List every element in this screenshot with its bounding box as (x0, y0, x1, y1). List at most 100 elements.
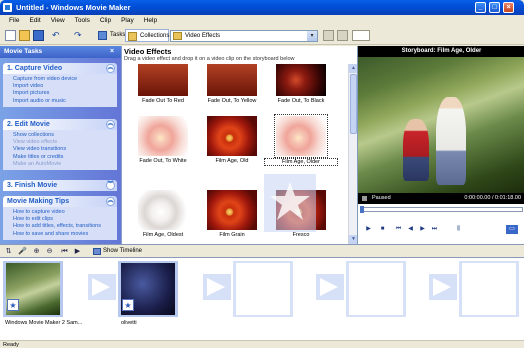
zoom-out-icon[interactable]: ⊖ (45, 247, 54, 256)
link-import-pictures[interactable]: Import pictures (13, 90, 117, 97)
play-storyboard-icon[interactable]: ▶ (73, 247, 82, 256)
close-button[interactable]: × (503, 2, 514, 13)
effect-fade-out-white[interactable]: Fade Out, To White (132, 116, 194, 168)
section-header[interactable]: Movie Making Tips ︽ (3, 196, 117, 207)
effect-film-grain[interactable]: Film Grain (201, 190, 263, 242)
chevron-up-icon[interactable]: ︽ (106, 64, 115, 73)
link-how-titles[interactable]: How to add titles, effects, transitions (13, 223, 117, 230)
stop-icon[interactable]: ■ (378, 225, 387, 234)
pause-indicator-icon (362, 196, 367, 201)
task-pane-title: Movie Tasks (4, 48, 43, 55)
effect-thumbnail (138, 116, 188, 156)
transition-slot[interactable] (203, 274, 231, 300)
effects-scrollbar[interactable]: ▲ ▼ (348, 64, 358, 244)
transition-slot[interactable] (429, 274, 457, 300)
scroll-thumb[interactable] (350, 74, 357, 134)
back-frame-icon[interactable]: ◀ (406, 225, 415, 234)
menu-help[interactable]: Help (139, 15, 162, 27)
collection-dropdown[interactable]: Video Effects ▾ (170, 30, 318, 42)
fwd-frame-icon[interactable]: ▶ (418, 225, 427, 234)
undo-icon[interactable]: ↶ (52, 30, 63, 41)
link-make-titles[interactable]: Make titles or credits (13, 154, 117, 161)
status-bar: Ready (0, 340, 524, 348)
storyboard: ★ Windows Movie Maker 2 Sam... ★ olivett… (0, 257, 524, 340)
window-title: Untitled - Windows Movie Maker (16, 3, 131, 12)
transition-arrow-icon (433, 278, 451, 296)
storyboard-empty-clip[interactable] (346, 261, 406, 317)
maximize-button[interactable]: □ (489, 2, 500, 13)
menu-play[interactable]: Play (116, 15, 139, 27)
show-timeline-label: Show Timeline (103, 248, 143, 254)
play-icon[interactable]: ▶ (364, 225, 373, 234)
video-preview[interactable] (358, 57, 524, 193)
collections-button[interactable]: Collections (125, 29, 169, 42)
redo-icon[interactable]: ↷ (74, 30, 85, 41)
chevron-up-icon[interactable]: ︽ (106, 197, 115, 206)
snapshot-icon[interactable]: ▭ (506, 225, 518, 234)
link-how-capture[interactable]: How to capture video (13, 209, 117, 216)
menu-tools[interactable]: Tools (70, 15, 95, 27)
effect-thumbnail (138, 190, 188, 230)
chevron-down-icon[interactable]: ︾ (106, 181, 115, 190)
effect-fade-out-red[interactable]: Fade Out To Red (132, 64, 194, 108)
link-import-audio[interactable]: Import audio or music (13, 98, 117, 105)
clip-label: Windows Movie Maker 2 Sam... (5, 320, 83, 326)
open-project-icon[interactable] (19, 30, 30, 41)
link-view-transitions[interactable]: View video transitions (13, 146, 117, 153)
seek-bar[interactable] (360, 206, 523, 213)
preview-monitor: Storyboard: Film Age, Older Paused 0:00:… (357, 46, 524, 244)
effects-grid: Fade Out To Red Fade Out, To Yellow Fade… (122, 64, 348, 244)
show-timeline-button[interactable]: Show Timeline (93, 247, 142, 256)
effect-thumbnail (274, 114, 328, 158)
split-icon[interactable]: ⫼ (454, 225, 463, 234)
tasks-icon (98, 31, 107, 40)
section-header[interactable]: 2. Edit Movie ︽ (3, 119, 117, 130)
link-how-edit[interactable]: How to edit clips (13, 216, 117, 223)
narrate-icon[interactable]: 🎤 (18, 247, 27, 256)
section-header[interactable]: 3. Finish Movie ︾ (3, 180, 117, 191)
storyboard-clip[interactable]: ★ (118, 261, 178, 317)
section-header[interactable]: 1. Capture Video ︽ (3, 63, 117, 74)
views-icon[interactable] (352, 30, 370, 41)
chevron-up-icon[interactable]: ︽ (106, 120, 115, 129)
minimize-button[interactable]: _ (475, 2, 486, 13)
storyboard-empty-clip[interactable] (233, 261, 293, 317)
chevron-down-icon[interactable]: ▾ (307, 31, 317, 41)
storyboard-empty-clip[interactable] (459, 261, 519, 317)
link-import-video[interactable]: Import video (13, 83, 117, 90)
up-folder-icon[interactable] (323, 30, 334, 41)
prev-icon[interactable]: ⏮ (394, 225, 403, 234)
transition-arrow-icon (320, 278, 338, 296)
effects-title: Video Effects (124, 47, 172, 56)
save-project-icon[interactable] (33, 30, 44, 41)
menu-view[interactable]: View (46, 15, 70, 27)
menu-clip[interactable]: Clip (95, 15, 116, 27)
link-show-collections[interactable]: Show collections (13, 132, 117, 139)
new-project-icon[interactable] (5, 30, 16, 41)
section-links: Capture from video device Import video I… (3, 74, 117, 107)
transition-slot[interactable] (316, 274, 344, 300)
effect-thumbnail (207, 116, 257, 156)
link-capture-device[interactable]: Capture from video device (13, 76, 117, 83)
new-folder-icon[interactable] (337, 30, 348, 41)
effect-film-age-old[interactable]: Film Age, Old (201, 116, 263, 168)
storyboard-clip[interactable]: ★ (3, 261, 63, 317)
menu-file[interactable]: File (4, 15, 24, 27)
link-how-save[interactable]: How to save and share movies (13, 231, 117, 238)
section-links: How to capture video How to edit clips H… (3, 207, 117, 240)
effect-fade-out-black[interactable]: Fade Out, To Black (270, 64, 332, 108)
seek-knob[interactable] (360, 206, 364, 213)
zoom-in-icon[interactable]: ⊕ (32, 247, 41, 256)
effect-film-age-oldest[interactable]: Film Age, Oldest (132, 190, 194, 242)
menu-edit[interactable]: Edit (24, 15, 45, 27)
link-view-effects: View video effects (13, 139, 58, 146)
rewind-storyboard-icon[interactable]: ⏮ (60, 247, 69, 256)
effect-fade-out-yellow[interactable]: Fade Out, To Yellow (201, 64, 263, 108)
close-icon[interactable]: × (110, 48, 118, 56)
video-effects-pane: Video Effects Drag a video effect and dr… (121, 46, 358, 244)
effect-film-age-older[interactable]: Film Age, Older (264, 114, 338, 168)
transition-slot[interactable] (88, 274, 116, 300)
tasks-button[interactable]: Tasks (96, 29, 126, 42)
next-icon[interactable]: ⏭ (430, 225, 439, 234)
set-audio-levels-icon[interactable]: ⇅ (4, 247, 13, 256)
